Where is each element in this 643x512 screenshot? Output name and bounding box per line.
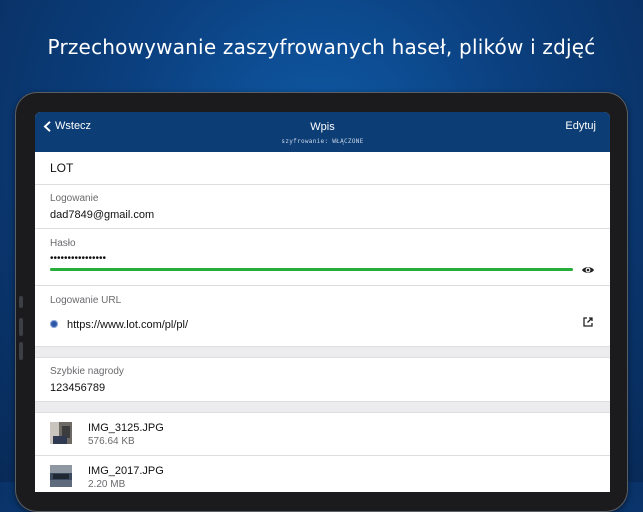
photo-thumbnail-icon [50, 422, 72, 444]
login-row[interactable]: Logowanie dad7849@gmail.com [35, 185, 610, 229]
rewards-label: Szybkie nagrody [50, 366, 124, 377]
login-url-row[interactable]: Logowanie URL https://www.lot.com/pl/pl/ [35, 286, 610, 347]
attachment-name: IMG_3125.JPG [88, 422, 164, 434]
password-label: Hasło [50, 238, 76, 249]
attachment-item[interactable]: IMG_3125.JPG 576.64 KB [35, 413, 610, 456]
section-gap [35, 347, 610, 358]
eye-icon[interactable] [581, 263, 595, 277]
tablet-side-button [19, 342, 23, 360]
tablet-side-button [19, 318, 23, 336]
entry-name: LOT [50, 161, 74, 175]
login-label: Logowanie [50, 193, 99, 204]
tablet-side-button [19, 296, 23, 308]
password-strength-bar [50, 268, 573, 271]
attachment-item[interactable]: IMG_2017.JPG 2.20 MB [35, 456, 610, 492]
login-value: dad7849@gmail.com [50, 209, 155, 221]
section-gap [35, 402, 610, 413]
app-screen: Wstecz Wpis szyfrowanie: WŁĄCZONE Edytuj… [35, 112, 610, 492]
edit-button[interactable]: Edytuj [565, 120, 596, 132]
rewards-value: 123456789 [50, 382, 106, 394]
nav-title: Wpis [310, 121, 335, 133]
attachment-name: IMG_2017.JPG [88, 465, 164, 477]
headline: Przechowywanie zaszyfrowanych haseł, pli… [47, 35, 596, 59]
navigation-bar: Wstecz Wpis szyfrowanie: WŁĄCZONE Edytuj [35, 112, 610, 152]
password-row[interactable]: Hasło •••••••••••••••• [35, 229, 610, 286]
photo-thumbnail-icon [50, 465, 72, 487]
login-url-label: Logowanie URL [50, 295, 122, 306]
external-link-icon[interactable] [582, 316, 594, 328]
attachment-size: 576.64 KB [88, 436, 135, 447]
password-strength-fill [50, 268, 573, 271]
globe-icon [50, 319, 58, 328]
login-url-line: https://www.lot.com/pl/pl/ [50, 315, 188, 333]
encryption-status: szyfrowanie: WŁĄCZONE [281, 138, 364, 145]
attachment-size: 2.20 MB [88, 479, 126, 490]
entry-name-row[interactable]: LOT [35, 152, 610, 185]
login-url-value[interactable]: https://www.lot.com/pl/pl/ [67, 319, 188, 331]
rewards-row[interactable]: Szybkie nagrody 123456789 [35, 358, 610, 402]
password-value: •••••••••••••••• [50, 253, 107, 264]
